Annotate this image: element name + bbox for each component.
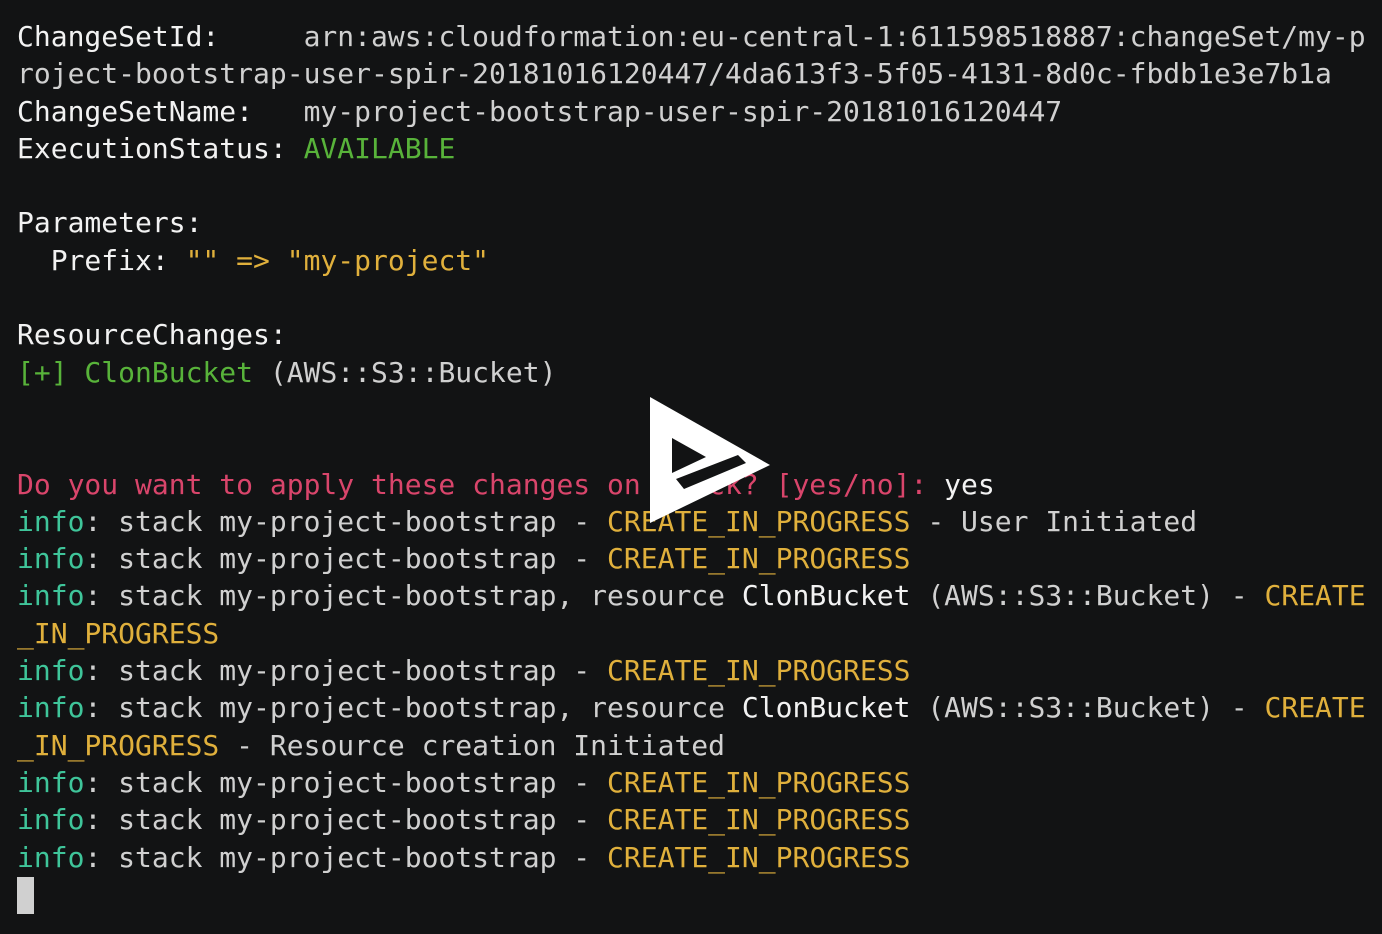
terminal-text-segment: CREATE_IN_PROGRESS xyxy=(607,542,911,576)
terminal-text-segment: : stack my-project-bootstrap, resource xyxy=(84,579,742,613)
terminal-text-segment: "" => "my-project" xyxy=(185,243,490,277)
terminal-text-segment: ResourceChanges: xyxy=(17,318,287,352)
terminal-text-segment: Parameters: xyxy=(17,206,203,240)
terminal-line: Parameters: xyxy=(17,204,1367,241)
terminal-text-segment: CREATE_IN_PROGRESS xyxy=(607,654,911,688)
terminal-line: info: stack my-project-bootstrap - CREAT… xyxy=(17,540,1367,577)
terminal-text-segment: (AWS::S3::Bucket) xyxy=(269,355,557,389)
terminal-text-segment: - User Initiated xyxy=(910,504,1198,538)
terminal-line: Prefix: "" => "my-project" xyxy=(17,242,1367,279)
terminal-cursor xyxy=(17,877,34,914)
terminal-text-segment: : stack my-project-bootstrap - xyxy=(84,654,608,688)
terminal-text-segment: : stack my-project-bootstrap - xyxy=(84,765,608,799)
play-button[interactable] xyxy=(640,393,780,523)
terminal-text-segment: info xyxy=(17,765,85,799)
terminal-text-segment: ChangeSetName: xyxy=(17,94,304,128)
terminal-text-segment: _IN_PROGRESS xyxy=(17,728,220,762)
terminal-text-segment: [+] ClonBucket xyxy=(17,355,270,389)
terminal-line: _IN_PROGRESS - Resource creation Initiat… xyxy=(17,727,1367,764)
terminal-text-segment: info xyxy=(17,579,85,613)
terminal-text-segment: roject-bootstrap-user-spir-2018101612044… xyxy=(17,57,1332,91)
terminal-text-segment: CREATE_IN_PROGRESS xyxy=(607,765,911,799)
terminal-text-segment: ClonBucket xyxy=(741,579,911,613)
terminal-line: info: stack my-project-bootstrap - CREAT… xyxy=(17,764,1367,801)
terminal-line: ChangeSetId: arn:aws:cloudformation:eu-c… xyxy=(17,18,1367,55)
terminal-text-segment: CREATE_IN_PROGRESS xyxy=(607,803,911,837)
terminal-line: ResourceChanges: xyxy=(17,316,1367,353)
terminal-text-segment: : stack my-project-bootstrap - xyxy=(84,542,608,576)
terminal-text-segment: info xyxy=(17,691,85,725)
terminal-line: info: stack my-project-bootstrap - CREAT… xyxy=(17,801,1367,838)
terminal-text-segment: (AWS::S3::Bucket) - xyxy=(910,691,1265,725)
terminal-text-segment: CREATE xyxy=(1264,691,1366,725)
terminal-text-segment: CREATE_IN_PROGRESS xyxy=(607,840,911,874)
terminal-text-segment: Prefix: xyxy=(17,243,186,277)
terminal-line: ChangeSetName: my-project-bootstrap-user… xyxy=(17,93,1367,130)
terminal-text-segment: yes xyxy=(944,467,995,501)
terminal-text-segment: : stack my-project-bootstrap - xyxy=(84,840,608,874)
terminal-text-segment: info xyxy=(17,504,85,538)
terminal-text-segment: Do you want to apply these changes on st… xyxy=(17,467,945,501)
terminal-text-segment: info xyxy=(17,803,85,837)
terminal-text-segment: info xyxy=(17,840,85,874)
terminal-text-segment: AVAILABLE xyxy=(303,131,456,165)
terminal-line: info: stack my-project-bootstrap, resour… xyxy=(17,577,1367,614)
terminal-text-segment: CREATE xyxy=(1264,579,1366,613)
terminal-line: info: stack my-project-bootstrap - CREAT… xyxy=(17,839,1367,876)
terminal-text-segment: : stack my-project-bootstrap - xyxy=(84,803,608,837)
terminal-line: roject-bootstrap-user-spir-2018101612044… xyxy=(17,55,1367,92)
asciinema-play-icon xyxy=(650,397,770,523)
terminal-text-segment: : stack my-project-bootstrap - xyxy=(84,504,608,538)
terminal-line: _IN_PROGRESS xyxy=(17,615,1367,652)
terminal-text-segment: my-project-bootstrap-user-spir-201810161… xyxy=(303,94,1063,128)
terminal-text-segment: _IN_PROGRESS xyxy=(17,616,220,650)
terminal-text-segment: ChangeSetId: xyxy=(17,20,304,53)
terminal-line: info: stack my-project-bootstrap - CREAT… xyxy=(17,652,1367,689)
terminal-text-segment: ClonBucket xyxy=(741,691,911,725)
terminal-line: info: stack my-project-bootstrap, resour… xyxy=(17,689,1367,726)
terminal-text-segment: info xyxy=(17,654,85,688)
terminal-line: ExecutionStatus: AVAILABLE xyxy=(17,130,1367,167)
terminal-text-segment: - Resource creation Initiated xyxy=(219,728,726,762)
terminal-text-segment: : stack my-project-bootstrap, resource xyxy=(84,691,742,725)
terminal-text-segment: ExecutionStatus: xyxy=(17,131,304,165)
terminal-text-segment: info xyxy=(17,542,85,576)
terminal-text-segment: arn:aws:cloudformation:eu-central-1:6115… xyxy=(303,20,1366,53)
terminal-line: [+] ClonBucket (AWS::S3::Bucket) xyxy=(17,354,1367,391)
terminal-text-segment: (AWS::S3::Bucket) - xyxy=(910,579,1265,613)
